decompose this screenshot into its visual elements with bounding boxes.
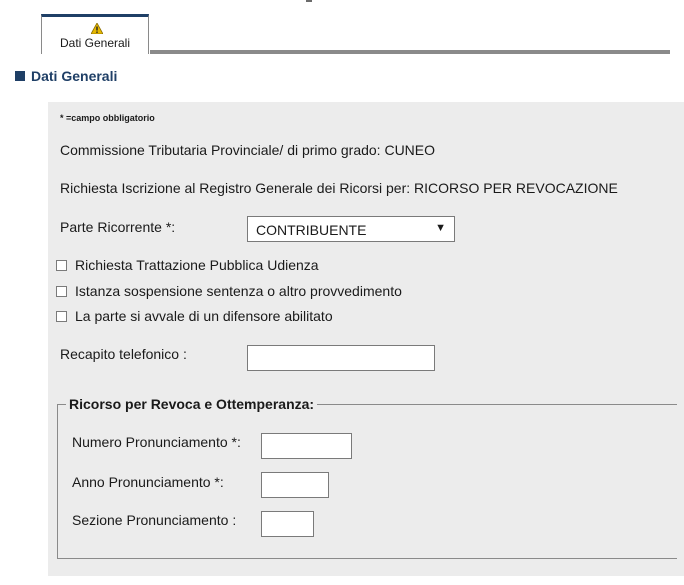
checkbox-label: Istanza sospensione sentenza o altro pro… <box>75 283 402 299</box>
anno-pronunciamento-input[interactable] <box>261 472 329 498</box>
checkbox-row-sospensione[interactable]: Istanza sospensione sentenza o altro pro… <box>56 283 402 299</box>
warning-icon <box>91 23 103 34</box>
checkbox-label: La parte si avvale di un difensore abili… <box>75 308 333 324</box>
top-cursor-mark <box>306 0 312 2</box>
recapito-input[interactable] <box>247 345 435 371</box>
required-note: * =campo obbligatorio <box>60 113 155 123</box>
section-title-text: Dati Generali <box>31 68 118 84</box>
tab-bar-line <box>150 50 670 54</box>
section-bullet-icon <box>15 71 25 81</box>
parte-ricorrente-value: CONTRIBUENTE <box>256 222 367 238</box>
dropdown-arrow-icon: ▼ <box>435 222 446 234</box>
recapito-label: Recapito telefonico : <box>60 346 187 362</box>
numero-pronunciamento-input[interactable] <box>261 433 352 459</box>
commissione-text: Commissione Tributaria Provinciale/ di p… <box>60 142 436 158</box>
checkbox-row-udienza[interactable]: Richiesta Trattazione Pubblica Udienza <box>56 257 319 273</box>
richiesta-text: Richiesta Iscrizione al Registro General… <box>60 180 618 196</box>
checkbox-label: Richiesta Trattazione Pubblica Udienza <box>75 257 319 273</box>
sezione-pronunciamento-input[interactable] <box>261 511 314 537</box>
parte-ricorrente-label: Parte Ricorrente *: <box>60 219 176 235</box>
anno-pronunciamento-label: Anno Pronunciamento *: <box>72 474 224 490</box>
checkbox-row-difensore[interactable]: La parte si avvale di un difensore abili… <box>56 308 333 324</box>
numero-pronunciamento-label: Numero Pronunciamento *: <box>72 434 241 450</box>
section-title: Dati Generali <box>15 68 117 84</box>
sezione-pronunciamento-label: Sezione Pronunciamento : <box>72 512 237 528</box>
checkbox-udienza[interactable] <box>56 260 67 271</box>
parte-ricorrente-select[interactable]: CONTRIBUENTE ▼ <box>247 216 455 242</box>
ricorso-legend: Ricorso per Revoca e Ottemperanza: <box>66 396 318 412</box>
checkbox-sospensione[interactable] <box>56 286 67 297</box>
tab-label: Dati Generali <box>59 36 131 50</box>
tab-dati-generali[interactable]: Dati Generali <box>41 14 149 54</box>
checkbox-difensore[interactable] <box>56 311 67 322</box>
